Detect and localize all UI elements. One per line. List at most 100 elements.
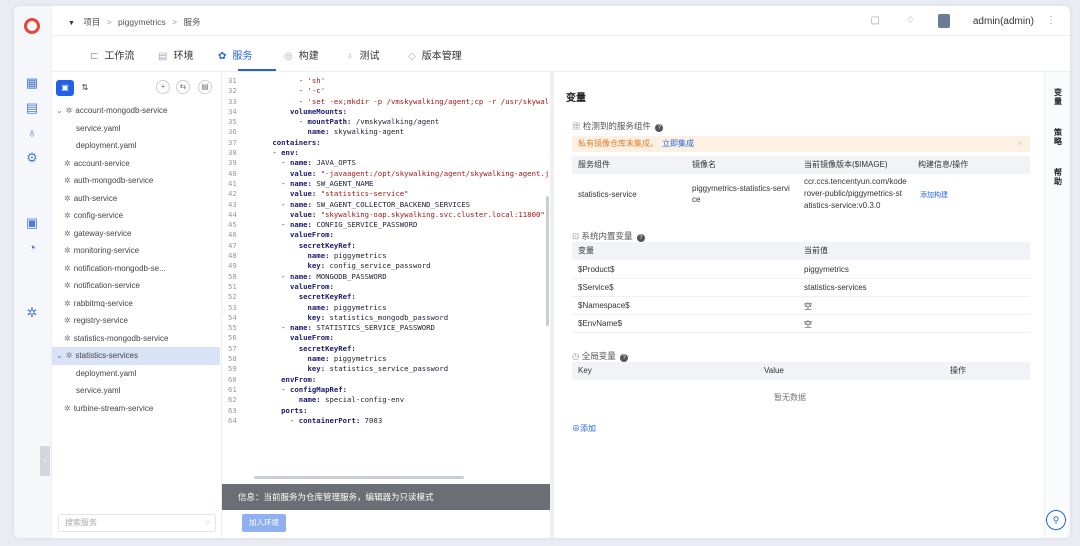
code-line: 32 - '-c' — [222, 86, 548, 96]
tab-environment[interactable]: ▤ 环境 — [158, 47, 193, 62]
yaml-editor[interactable]: 31 - 'sh' 32 - '-c' 33 - 'set -ex;mkdir -p… — [222, 72, 548, 484]
side-tab-help[interactable]: 帮助 — [1052, 168, 1064, 186]
tab-service[interactable]: ✿ 服务 — [218, 47, 252, 62]
editor-vertical-scrollbar[interactable] — [546, 196, 549, 326]
row-divider — [572, 296, 1030, 297]
collapse-handle[interactable]: › — [40, 446, 50, 476]
tab-version[interactable]: ◇ 版本管理 — [408, 47, 462, 62]
tree-service-item[interactable]: ✲ config-service — [52, 207, 220, 225]
column-header: Key — [578, 366, 592, 375]
code-line: 38 - env: — [222, 148, 548, 158]
environment-icon: ▤ — [158, 51, 168, 62]
tree-service-item[interactable]: ✲ registry-service — [52, 312, 220, 330]
chevron-down-icon[interactable]: ⌄ — [56, 106, 63, 115]
code-line: 51 valueFrom: — [222, 282, 548, 292]
breadcrumb-item[interactable]: 项目 — [83, 17, 100, 27]
tab-test[interactable]: ♁ 测试 — [346, 47, 380, 62]
line-number: 62 — [228, 395, 237, 405]
tree-service-item[interactable]: ✲ notification-service — [52, 277, 220, 295]
code-line: 62 name: special-config-env — [222, 395, 548, 405]
tree-file-item[interactable]: service.yaml — [52, 382, 220, 400]
line-number: 57 — [228, 343, 237, 353]
code-line: 50 - name: MONGODB_PASSWORD — [222, 272, 548, 282]
share-button[interactable]: ⇆ — [176, 80, 190, 94]
tree-item-label: config-service — [73, 211, 124, 220]
readonly-info-bar: 信息：当前服务为仓库管理服务，编辑器为只读模式 — [222, 484, 550, 510]
help-icon[interactable]: ? — [655, 124, 664, 132]
tab-workflow[interactable]: ⊏ 工作流 — [90, 47, 134, 62]
code-line: 48 name: piggymetrics — [222, 251, 548, 261]
tree-service-item[interactable]: ✲ auth-mongodb-service — [52, 172, 220, 190]
column-header: 当前值 — [804, 246, 828, 255]
avatar[interactable] — [938, 14, 950, 28]
breadcrumb-item[interactable]: piggymetrics — [118, 17, 166, 27]
add-build-link[interactable]: 添加构建 — [920, 190, 948, 200]
tree-item-label: auth-mongodb-service — [73, 176, 154, 185]
monitor-icon[interactable]: ▣ — [25, 216, 39, 230]
help-icon[interactable]: ? — [620, 354, 629, 362]
link-icon[interactable]: ⚲ — [1046, 510, 1066, 530]
side-tab-variables[interactable]: 变量 — [1052, 88, 1064, 106]
code-line: 60 envFrom: — [222, 375, 548, 385]
search-input[interactable]: 搜索服务 ○ — [58, 514, 216, 532]
dashboard-icon[interactable]: ▦ — [25, 76, 39, 90]
line-number: 33 — [228, 96, 237, 106]
line-number: 54 — [228, 312, 237, 322]
bell-icon[interactable]: ♢ — [906, 15, 915, 26]
line-number: 35 — [228, 117, 237, 127]
settings-icon[interactable]: ✲ — [25, 306, 39, 320]
clock-icon: ◷ — [572, 351, 582, 361]
help-icon[interactable]: ? — [636, 234, 645, 242]
analytics-icon[interactable]: ◔ — [25, 241, 39, 255]
tree-service-item[interactable]: ✲ auth-service — [52, 190, 220, 208]
line-number: 40 — [228, 168, 237, 178]
breadcrumb: ▼ 项目 > piggymetrics > 服务 — [68, 17, 201, 27]
top-bar: ▼ 项目 > piggymetrics > 服务 ▢ ♢ admin(admin… — [52, 6, 1070, 36]
template-button[interactable]: ▤ — [198, 80, 212, 94]
line-number: 46 — [228, 230, 237, 240]
project-icon[interactable]: ▤ — [25, 101, 39, 115]
line-number: 51 — [228, 281, 237, 291]
tree-service-item[interactable]: ✲ turbine-stream-service — [52, 400, 220, 418]
tree-service-item[interactable]: ✲ notification-mongodb-se... — [52, 260, 220, 278]
user-name[interactable]: admin(admin) — [973, 16, 1034, 27]
integrate-now-link[interactable]: 立即集成 — [662, 139, 694, 148]
delivery-icon[interactable]: ⚙ — [25, 151, 39, 165]
code-line: 55 - name: STATISTICS_SERVICE_PASSWORD — [222, 323, 548, 333]
test-icon[interactable]: ♁ — [25, 126, 39, 140]
tree-service-item[interactable]: ✲ statistics-mongodb-service — [52, 330, 220, 348]
tree-service-item[interactable]: ✲ monitoring-service — [52, 242, 220, 260]
tab-build[interactable]: ◎ 构建 — [284, 47, 319, 62]
join-environment-button[interactable]: 加入环境 — [242, 514, 286, 532]
tree-item-label: notification-service — [73, 281, 140, 290]
service-icon: ✲ — [64, 263, 71, 273]
column-header: 操作 — [950, 366, 966, 375]
tree-service-item[interactable]: ✲ gateway-service — [52, 225, 220, 243]
line-number: 31 — [228, 76, 237, 85]
sort-button[interactable]: ⇅ — [76, 80, 94, 96]
file-view-button[interactable]: ▣ — [56, 80, 74, 96]
add-variable-button[interactable]: ⊕添加 — [572, 423, 596, 434]
tree-service-item[interactable]: ⌄ ✲ account-mongodb-service — [52, 102, 220, 120]
tree-toolbar: ▣ ⇅ + ⇆ ▤ — [56, 80, 218, 98]
editor-horizontal-scrollbar[interactable] — [254, 476, 464, 479]
more-icon[interactable]: ⋮ — [1046, 15, 1056, 26]
chevron-down-icon[interactable]: ⌄ — [56, 351, 63, 360]
tree-file-item[interactable]: deployment.yaml — [52, 137, 220, 155]
logo-icon[interactable] — [24, 18, 40, 34]
tree-service-item[interactable]: ✲ rabbitmq-service — [52, 295, 220, 313]
code-line: 42 value: "statistics-service" — [222, 189, 548, 199]
tree-file-item[interactable]: deployment.yaml — [52, 365, 220, 383]
add-service-button[interactable]: + — [156, 80, 170, 94]
tree-service-item[interactable]: ⌄ ✲ statistics-services — [52, 347, 220, 365]
doc-icon[interactable]: ▢ — [871, 15, 880, 26]
tree-service-item[interactable]: ✲ account-service — [52, 155, 220, 173]
close-icon[interactable]: × — [1017, 136, 1022, 152]
side-tab-strategy[interactable]: 策略 — [1052, 128, 1064, 146]
tree-item-label: account-service — [73, 158, 130, 168]
column-header: 服务组件 — [578, 160, 610, 169]
line-number: 45 — [228, 220, 237, 230]
service-icon: ✲ — [64, 333, 71, 343]
chevron-down-icon[interactable]: ▼ — [68, 20, 75, 27]
tree-file-item[interactable]: service.yaml — [52, 120, 220, 138]
